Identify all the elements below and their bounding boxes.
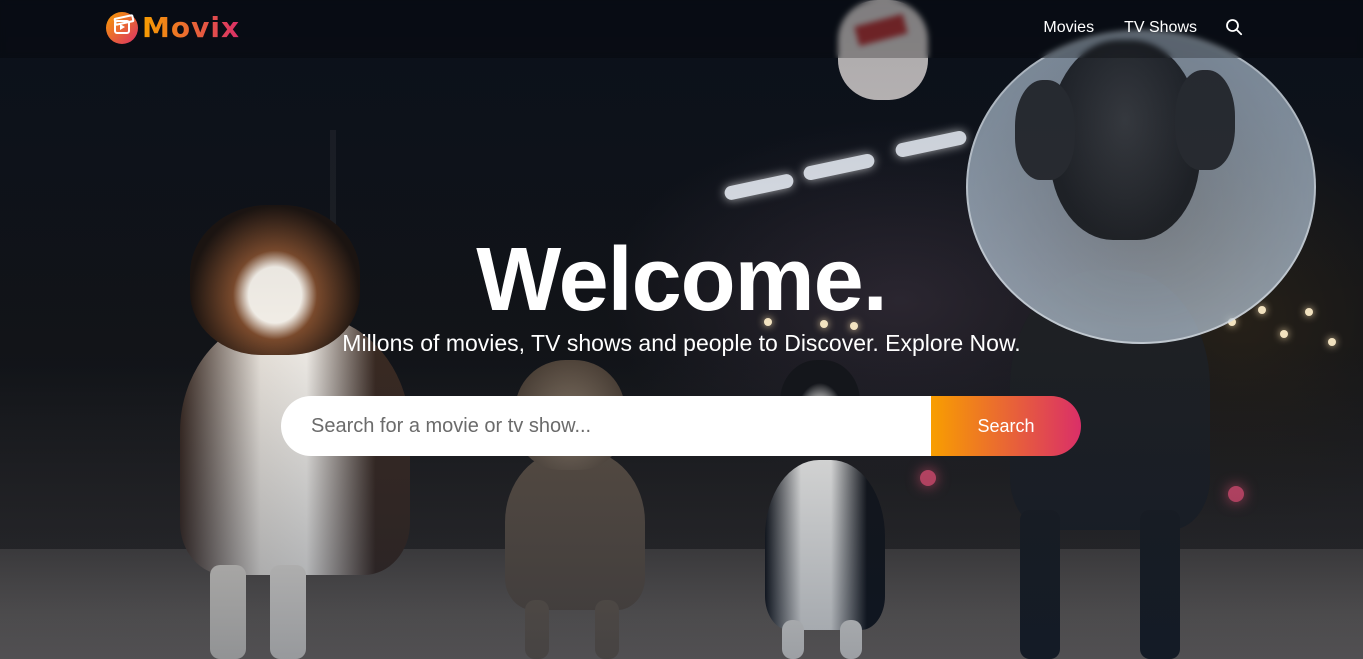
nav-item-tv-shows[interactable]: TV Shows xyxy=(1124,17,1197,39)
site-header: Movix Movies TV Shows xyxy=(0,0,1363,58)
logo-text: Movix xyxy=(142,11,241,44)
search-input[interactable] xyxy=(281,396,931,456)
search-icon[interactable] xyxy=(1225,18,1245,38)
main-nav: Movies TV Shows xyxy=(1043,17,1245,39)
hero-subtitle: Millons of movies, TV shows and people t… xyxy=(342,330,1021,356)
hero-section: Welcome. Millons of movies, TV shows and… xyxy=(0,230,1363,358)
clapperboard-play-icon xyxy=(106,12,138,44)
hero-search-bar: Search xyxy=(281,396,1081,456)
hero-title: Welcome. xyxy=(476,230,888,330)
nav-item-movies[interactable]: Movies xyxy=(1043,17,1094,39)
logo[interactable]: Movix xyxy=(106,11,240,45)
search-button[interactable]: Search xyxy=(931,396,1081,456)
page: Movix Movies TV Shows Welcome. Millons o… xyxy=(0,0,1363,659)
